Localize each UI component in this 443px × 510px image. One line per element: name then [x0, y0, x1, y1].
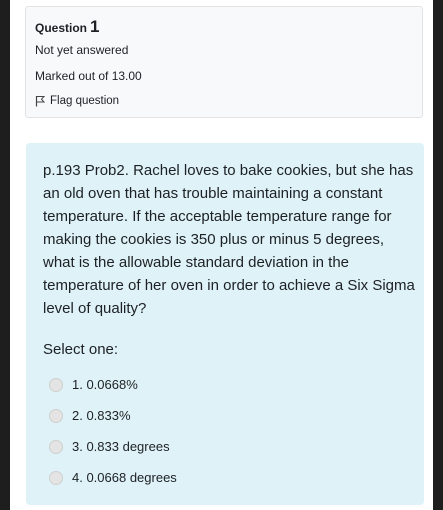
answer-label-2: 2. 0.833%: [72, 408, 131, 423]
question-info-panel: Question 1 Not yet answered Marked out of…: [25, 6, 423, 118]
answer-options: 1. 0.0668% 2. 0.833% 3. 0.833 degrees 4.…: [49, 369, 177, 493]
flag-question-link[interactable]: Flag question: [35, 95, 119, 107]
flag-question-label: Flag question: [50, 95, 120, 107]
answer-radio-4[interactable]: [49, 470, 63, 485]
answer-radio-3[interactable]: [49, 439, 63, 454]
question-grade: Marked out of 13.00: [35, 69, 142, 83]
answer-option-3[interactable]: 3. 0.833 degrees: [49, 431, 177, 462]
answer-label-1: 1. 0.0668%: [72, 377, 138, 392]
answer-label-4: 4. 0.0668 degrees: [72, 470, 177, 485]
question-number: Question 1: [35, 17, 99, 37]
answer-label-3: 3. 0.833 degrees: [72, 439, 170, 454]
answer-option-1[interactable]: 1. 0.0668%: [49, 369, 177, 400]
quiz-page: Question 1 Not yet answered Marked out of…: [10, 0, 433, 510]
question-content-panel: p.193 Prob2. Rachel loves to bake cookie…: [26, 143, 424, 505]
select-one-prompt: Select one:: [43, 341, 119, 358]
flag-icon: [35, 96, 45, 107]
question-state: Not yet answered: [35, 43, 129, 57]
question-label: Question: [35, 21, 88, 35]
question-text: p.193 Prob2. Rachel loves to bake cookie…: [43, 162, 415, 317]
question-number-value: 1: [90, 17, 100, 36]
answer-radio-1[interactable]: [49, 377, 63, 392]
answer-radio-2[interactable]: [49, 408, 63, 423]
answer-option-2[interactable]: 2. 0.833%: [49, 400, 177, 431]
answer-option-4[interactable]: 4. 0.0668 degrees: [49, 462, 177, 493]
